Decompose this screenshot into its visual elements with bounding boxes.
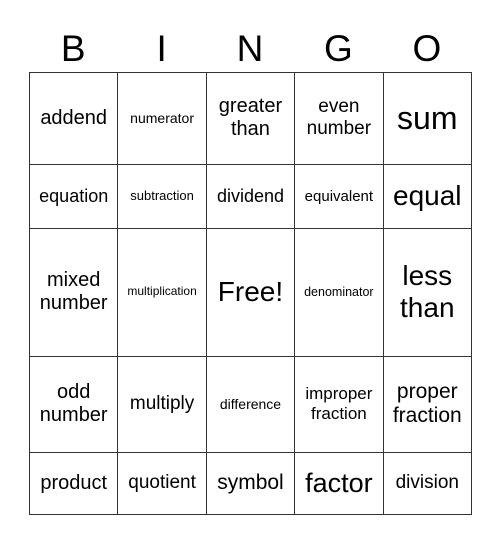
bingo-cell[interactable]: dividend (205, 163, 296, 230)
grid-row: odd number multiply difference improper fra… (28, 355, 473, 453)
bingo-cell[interactable]: greater than (205, 72, 296, 165)
bingo-cell[interactable]: multiplication (117, 228, 207, 357)
bingo-cell[interactable]: mixed number (28, 228, 119, 357)
grid-row: equation subtraction dividend equivalent equ… (28, 163, 473, 230)
bingo-cell[interactable]: odd number (28, 355, 119, 453)
bingo-cell[interactable]: numerator (117, 72, 207, 165)
header-letter-b: B (60, 28, 86, 69)
header-letter-i: I (156, 28, 167, 69)
bingo-cell[interactable]: product (28, 451, 119, 516)
bingo-cell[interactable]: difference (205, 355, 296, 453)
bingo-cell[interactable]: proper fraction (382, 355, 473, 453)
bingo-grid: addend numerator greater than even number su… (28, 72, 473, 516)
bingo-cell[interactable]: division (382, 451, 473, 516)
bingo-cell[interactable]: subtraction (117, 163, 207, 230)
bingo-cell[interactable]: quotient (117, 451, 207, 516)
bingo-cell[interactable]: multiply (117, 355, 207, 453)
bingo-cell[interactable]: improper fraction (294, 355, 384, 453)
bingo-cell[interactable]: equivalent (294, 163, 384, 230)
free-space-cell[interactable]: Free! (205, 228, 296, 357)
bingo-cell[interactable]: equation (28, 163, 119, 230)
bingo-cell[interactable]: even number (294, 72, 384, 165)
header-letter-g: G (324, 28, 353, 69)
header-letter-o: O (412, 28, 442, 69)
bingo-cell[interactable]: symbol (205, 451, 296, 516)
bingo-cell[interactable]: factor (294, 451, 384, 516)
bingo-header: B I N G O (29, 26, 471, 72)
grid-row: addend numerator greater than even number su… (28, 72, 473, 165)
bingo-cell[interactable]: less than (382, 228, 473, 357)
bingo-cell[interactable]: sum (382, 72, 473, 165)
bingo-cell[interactable]: equal (382, 163, 473, 230)
grid-row: mixed number multiplication Free! denominat… (28, 228, 473, 357)
bingo-cell[interactable]: addend (28, 72, 119, 165)
header-letter-n: N (236, 28, 264, 69)
grid-row: product quotient symbol factor division (28, 451, 473, 516)
bingo-cell[interactable]: denominator (294, 228, 384, 357)
